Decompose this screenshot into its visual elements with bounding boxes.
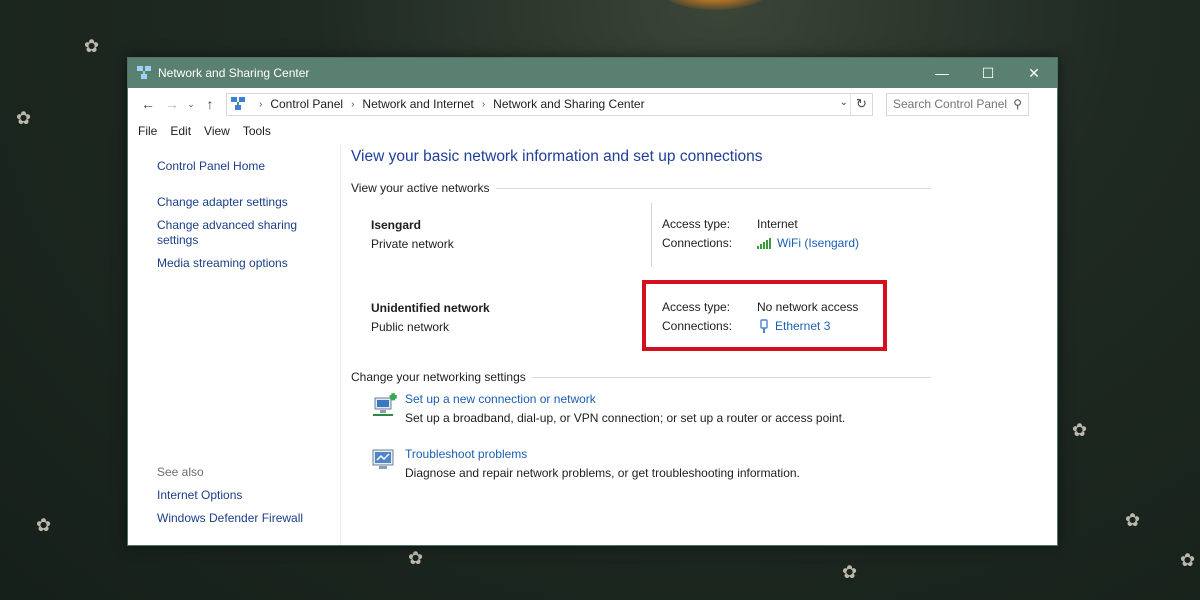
- sidebar-item-change-adapter-settings[interactable]: Change adapter settings: [157, 195, 327, 210]
- wifi-signal-icon: [757, 238, 771, 249]
- background-blossom: ✿: [1072, 420, 1088, 440]
- task-troubleshoot: Troubleshoot problems Diagnose and repai…: [371, 447, 800, 480]
- breadcrumb-network-and-internet[interactable]: Network and Internet: [362, 97, 473, 111]
- sidebar-item-media-streaming-options[interactable]: Media streaming options: [157, 256, 327, 271]
- active-networks-label: View your active networks: [351, 181, 490, 195]
- network-access-row: Access type: Internet: [662, 217, 798, 231]
- refresh-button[interactable]: ↻: [850, 93, 872, 115]
- background-blossom: ✿: [84, 36, 100, 56]
- up-button[interactable]: ↑: [198, 92, 222, 116]
- control-panel-window: Network and Sharing Center — ☐ ✕ ← → ⌄ ↑…: [127, 57, 1058, 546]
- recent-locations-button[interactable]: ⌄: [184, 92, 198, 116]
- troubleshoot-icon: [372, 449, 394, 469]
- background-blossom: ✿: [36, 515, 52, 535]
- search-icon[interactable]: ⚲: [1013, 97, 1022, 111]
- network-divider: [651, 203, 652, 267]
- see-also-label: See also: [157, 465, 204, 479]
- main-content: View your basic network information and …: [351, 144, 1057, 545]
- connections-label: Connections:: [662, 236, 733, 250]
- highlight-annotation-box: [642, 280, 887, 351]
- sidebar-item-internet-options[interactable]: Internet Options: [157, 488, 327, 503]
- wifi-connection-link[interactable]: WiFi (Isengard): [777, 236, 859, 250]
- network-category[interactable]: Public network: [371, 320, 449, 334]
- task-new-connection: Set up a new connection or network Set u…: [371, 392, 845, 425]
- background-blossom: ✿: [1125, 510, 1141, 530]
- new-connection-icon: [373, 393, 397, 416]
- address-row: ← → ⌄ ↑ › Control Panel › Network and In…: [128, 88, 1057, 120]
- forward-button[interactable]: →: [160, 92, 184, 116]
- background-blossom: ✿: [1180, 550, 1196, 570]
- sidebar-item-windows-defender-firewall[interactable]: Windows Defender Firewall: [157, 511, 327, 526]
- sidebar-item-change-advanced-sharing-settings[interactable]: Change advanced sharing settings: [157, 218, 307, 248]
- network-name: Unidentified network: [371, 301, 490, 315]
- close-button[interactable]: ✕: [1011, 58, 1057, 88]
- network-connections-row: Connections: WiFi (Isengard): [662, 236, 859, 250]
- menu-file[interactable]: File: [138, 124, 157, 138]
- left-navigation-pane: Control Panel Home Change adapter settin…: [128, 144, 341, 545]
- title-bar[interactable]: Network and Sharing Center — ☐ ✕: [128, 58, 1057, 88]
- network-name: Isengard: [371, 218, 422, 232]
- refresh-icon: ↻: [856, 96, 867, 111]
- access-type-label: Access type:: [662, 217, 731, 231]
- maximize-button[interactable]: ☐: [965, 58, 1011, 88]
- network-center-icon: [137, 66, 151, 79]
- search-input[interactable]: [893, 97, 1008, 111]
- background-glow: [660, 0, 770, 10]
- menu-bar: File Edit View Tools: [128, 120, 1057, 142]
- chevron-right-icon: ›: [259, 98, 263, 110]
- background-blossom: ✿: [16, 108, 32, 128]
- troubleshoot-problems-link[interactable]: Troubleshoot problems: [405, 447, 800, 461]
- background-blossom: ✿: [408, 548, 424, 568]
- breadcrumb-control-panel[interactable]: Control Panel: [270, 97, 343, 111]
- network-center-icon: [231, 97, 245, 110]
- back-button[interactable]: ←: [136, 92, 160, 116]
- minimize-button[interactable]: —: [919, 58, 965, 88]
- set-up-new-connection-link[interactable]: Set up a new connection or network: [405, 392, 845, 406]
- network-category[interactable]: Private network: [371, 237, 454, 251]
- chevron-down-icon[interactable]: ⌄: [840, 97, 848, 108]
- task-description: Diagnose and repair network problems, or…: [405, 466, 800, 480]
- search-box[interactable]: ⚲: [886, 92, 1029, 116]
- change-settings-section-header: Change your networking settings: [351, 370, 931, 384]
- task-description: Set up a broadband, dial-up, or VPN conn…: [405, 411, 846, 425]
- page-title: View your basic network information and …: [351, 148, 763, 165]
- menu-edit[interactable]: Edit: [170, 124, 191, 138]
- menu-tools[interactable]: Tools: [243, 124, 271, 138]
- access-type-value: Internet: [757, 217, 798, 231]
- breadcrumb-network-and-sharing-center[interactable]: Network and Sharing Center: [493, 97, 644, 111]
- sidebar-item-control-panel-home[interactable]: Control Panel Home: [157, 159, 327, 174]
- chevron-right-icon[interactable]: ›: [351, 99, 354, 110]
- divider: [531, 376, 931, 378]
- background-blossom: ✿: [842, 562, 858, 582]
- window-title: Network and Sharing Center: [158, 66, 310, 80]
- divider: [495, 187, 931, 189]
- change-settings-label: Change your networking settings: [351, 370, 526, 384]
- active-networks-section-header: View your active networks: [351, 181, 931, 195]
- address-bar[interactable]: › Control Panel › Network and Internet ›…: [226, 92, 873, 116]
- menu-view[interactable]: View: [204, 124, 230, 138]
- chevron-right-icon[interactable]: ›: [482, 99, 485, 110]
